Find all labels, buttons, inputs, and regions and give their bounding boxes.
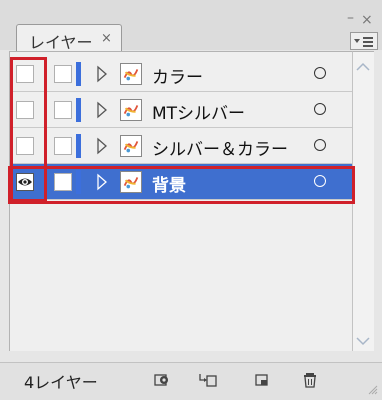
- layer-row[interactable]: シルバー＆カラー: [10, 128, 353, 164]
- layer-thumbnail: [120, 99, 142, 121]
- scroll-up-icon[interactable]: [356, 62, 370, 72]
- tab-layers-label: レイヤー: [29, 33, 93, 52]
- expand-triangle-icon[interactable]: [96, 65, 108, 83]
- tab-close-icon[interactable]: ×: [101, 31, 112, 46]
- expand-triangle-icon[interactable]: [96, 137, 108, 155]
- panel-footer: 4レイヤー: [0, 362, 382, 400]
- layer-count: 4レイヤー: [24, 373, 98, 392]
- panel-menu-icon: [354, 37, 373, 47]
- expand-triangle-icon[interactable]: [96, 101, 108, 119]
- layer-name[interactable]: カラー: [152, 63, 203, 88]
- layer-color-bar: [76, 62, 81, 86]
- layer-thumbnail: [120, 63, 142, 85]
- layer-color-bar: [76, 134, 81, 158]
- target-circle-icon[interactable]: [314, 103, 326, 115]
- lock-toggle[interactable]: [54, 137, 72, 155]
- resize-grip-icon[interactable]: [366, 383, 378, 395]
- close-icon[interactable]: ×: [361, 12, 373, 28]
- new-sublayer-icon[interactable]: [198, 371, 218, 389]
- layer-color-bar: [76, 98, 81, 122]
- layers-panel: レイヤー × – × カラー MTシルバー シルバー＆カラー 背景 4レイヤー: [0, 0, 382, 400]
- layer-thumbnail: [120, 135, 142, 157]
- layer-name[interactable]: シルバー＆カラー: [152, 135, 288, 160]
- tab-layers[interactable]: レイヤー ×: [16, 24, 122, 52]
- layer-row[interactable]: カラー: [10, 56, 353, 92]
- layer-name[interactable]: MTシルバー: [152, 99, 245, 124]
- target-circle-icon[interactable]: [314, 139, 326, 151]
- lock-toggle[interactable]: [54, 65, 72, 83]
- layer-row[interactable]: MTシルバー: [10, 92, 353, 128]
- selected-layer-highlight: [8, 166, 355, 204]
- target-circle-icon[interactable]: [314, 67, 326, 79]
- panel-menu-button[interactable]: [350, 32, 378, 50]
- make-clipping-mask-icon[interactable]: [152, 371, 172, 389]
- lock-toggle[interactable]: [54, 101, 72, 119]
- minimize-icon[interactable]: –: [347, 10, 354, 26]
- vertical-scrollbar[interactable]: [352, 51, 374, 351]
- trash-icon[interactable]: [300, 371, 320, 389]
- scroll-down-icon[interactable]: [356, 336, 370, 346]
- panel-titlebar: レイヤー × – ×: [0, 0, 382, 52]
- new-layer-icon[interactable]: [252, 371, 272, 389]
